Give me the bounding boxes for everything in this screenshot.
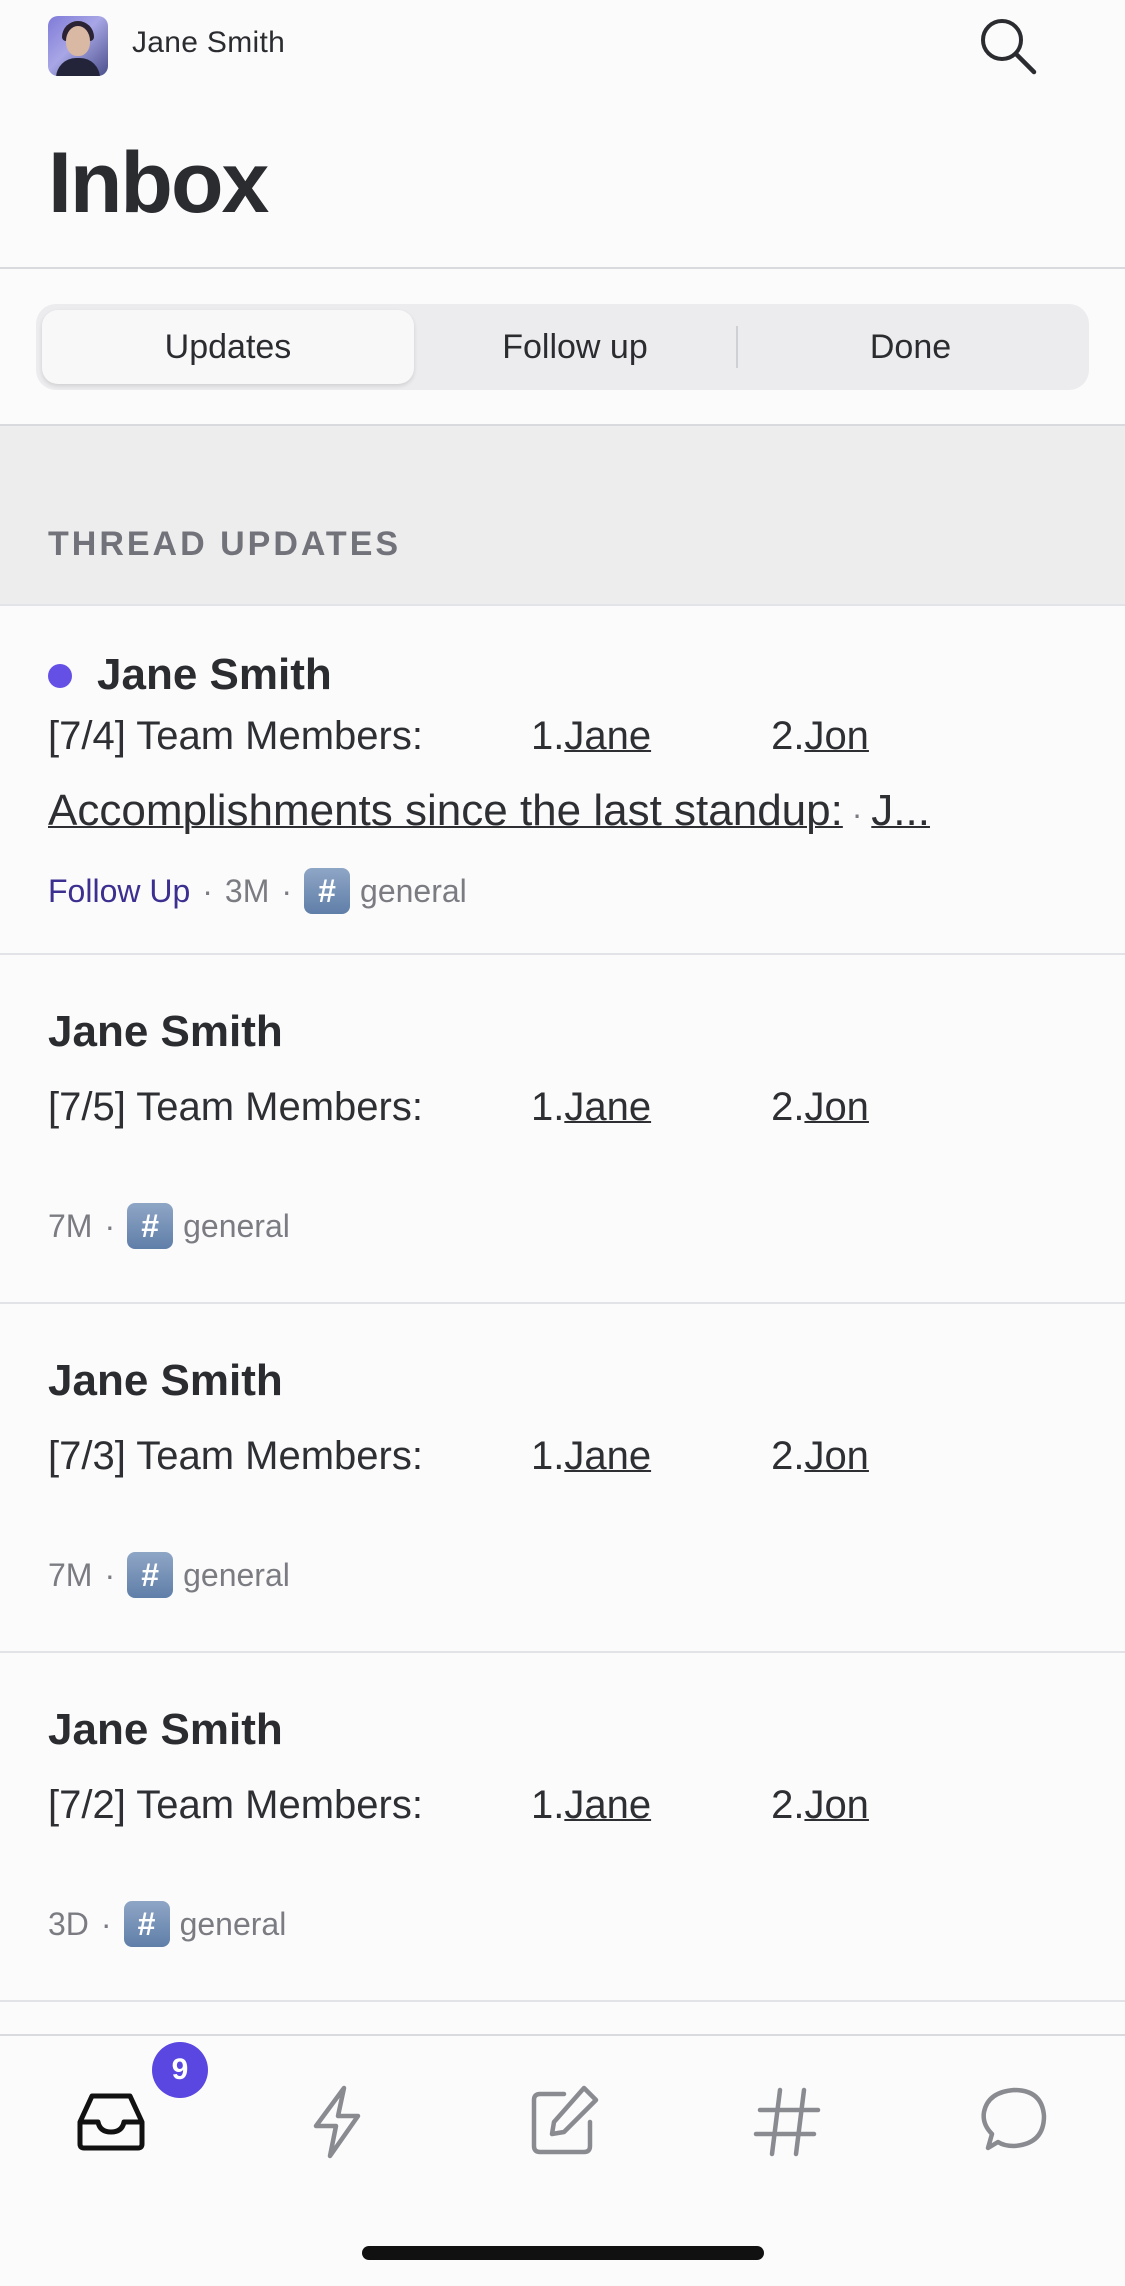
mention-link[interactable]: Jon — [804, 1085, 869, 1129]
mention-link[interactable]: Jon — [804, 1783, 869, 1827]
home-indicator[interactable] — [362, 2246, 764, 2260]
user-name: Jane Smith — [132, 26, 286, 59]
nav-activity[interactable] — [292, 2076, 382, 2166]
mention-link[interactable]: Jane — [564, 1085, 651, 1129]
message-preview: [7/5] Team Members: 1.Jane 2.Jon — [48, 1085, 869, 1129]
timestamp: 3D — [48, 1905, 89, 1942]
lightning-icon — [313, 2085, 361, 2159]
compose-icon — [531, 2085, 599, 2155]
item-meta: 7M · # general — [48, 1552, 290, 1598]
inbox-tabs: Updates Follow up Done — [36, 304, 1089, 390]
list-item[interactable]: Jane Smith [7/5] Team Members: 1.Jane 2.Jo… — [0, 955, 1125, 1302]
list-item[interactable]: Jane Smith [7/4] Team Members: 1.Jane 2.Jo… — [0, 606, 1125, 953]
channel-name[interactable]: general — [183, 1557, 290, 1594]
message-preview: [7/3] Team Members: 1.Jane 2.Jon — [48, 1434, 869, 1478]
section-title: THREAD UPDATES — [48, 525, 402, 563]
list-item[interactable]: Jane Smith [7/3] Team Members: 1.Jane 2.Jo… — [0, 1304, 1125, 1651]
timestamp: 3M — [224, 872, 270, 909]
item-meta: 3D · # general — [48, 1901, 286, 1947]
mention-link[interactable]: Jane — [564, 1783, 651, 1827]
inbox-icon — [77, 2093, 145, 2151]
search-button[interactable] — [972, 10, 1044, 82]
header-divider — [0, 267, 1125, 269]
preview-number: 1. — [530, 714, 565, 758]
tab-follow-up[interactable]: Follow up — [414, 310, 736, 384]
sender-name: Jane Smith — [97, 650, 332, 699]
timestamp: 7M — [48, 1207, 93, 1244]
page-title: Inbox — [48, 135, 269, 231]
channel-name[interactable]: general — [360, 873, 467, 910]
nav-messages[interactable] — [968, 2076, 1058, 2166]
avatar[interactable] — [48, 16, 108, 76]
list-item[interactable]: Jane Smith [7/2] Team Members: 1.Jane 2.Jo… — [0, 1653, 1125, 2000]
mention-link[interactable]: Jon — [804, 1434, 869, 1478]
search-icon — [981, 19, 1037, 75]
nav-channels[interactable] — [742, 2076, 832, 2166]
item-meta: Follow Up · 3M · # general — [48, 868, 467, 914]
tab-updates[interactable]: Updates — [42, 310, 414, 384]
follow-up-label: Follow Up — [48, 872, 191, 909]
nav-compose[interactable] — [518, 2076, 608, 2166]
channel-hash-icon: # — [127, 1203, 174, 1249]
timestamp: 7M — [48, 1556, 93, 1593]
nav-inbox[interactable] — [66, 2076, 156, 2166]
preview-separator: · — [842, 796, 872, 832]
sender-name: Jane Smith — [48, 1007, 283, 1056]
unread-dot — [48, 664, 72, 688]
channel-name[interactable]: general — [180, 1906, 287, 1943]
preview-number: 2. — [771, 714, 805, 758]
mention-link[interactable]: Jane — [564, 714, 651, 758]
channel-hash-icon: # — [304, 868, 351, 914]
top-bar: Jane Smith — [0, 0, 1125, 92]
inbox-unread-badge: 9 — [152, 2042, 208, 2098]
channel-name[interactable]: general — [183, 1208, 290, 1245]
message-preview-line2: Accomplishments since the last standup: … — [48, 786, 930, 836]
message-preview: [7/4] Team Members: 1.Jane 2.Jon — [48, 714, 869, 759]
section-header — [0, 426, 1125, 606]
mention-link[interactable]: Jon — [804, 714, 869, 758]
sender-name: Jane Smith — [48, 1705, 283, 1754]
sender-name: Jane Smith — [48, 1356, 283, 1405]
channel-hash-icon: # — [127, 1552, 174, 1598]
preview-prefix: [7/4] Team Members: — [48, 714, 423, 758]
channel-hash-icon: # — [123, 1901, 170, 1947]
preview-link[interactable]: Accomplishments since the last standup: — [48, 786, 843, 835]
item-meta: 7M · # general — [48, 1203, 290, 1249]
mention-link[interactable]: Jane — [564, 1434, 651, 1478]
message-preview: [7/2] Team Members: 1.Jane 2.Jon — [48, 1783, 869, 1827]
chat-bubble-icon — [981, 2087, 1047, 2151]
tab-done[interactable]: Done — [738, 310, 1083, 384]
item-divider — [0, 2000, 1125, 2002]
preview-link[interactable]: J... — [871, 786, 930, 835]
hash-icon — [753, 2087, 821, 2157]
